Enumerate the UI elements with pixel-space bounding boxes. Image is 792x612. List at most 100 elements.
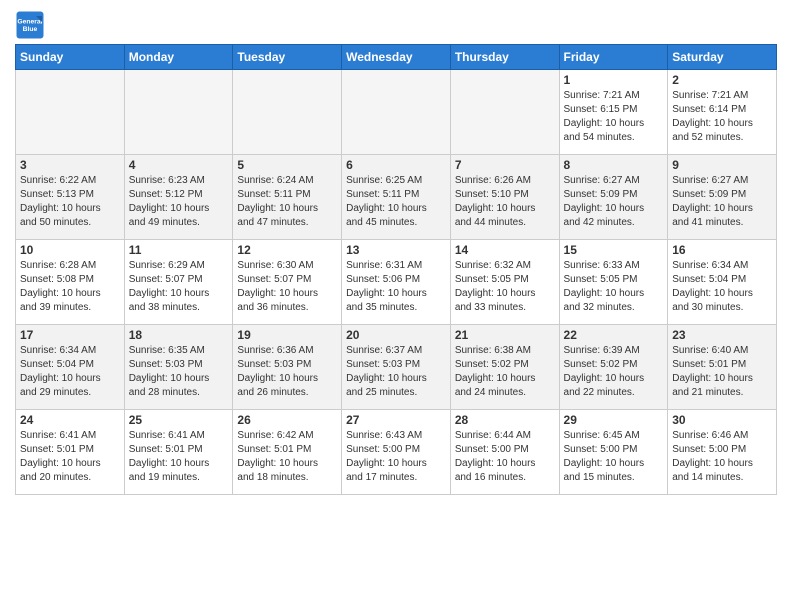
- day-info: Sunrise: 6:29 AM Sunset: 5:07 PM Dayligh…: [129, 259, 229, 315]
- calendar-week-row: 1 Sunrise: 7:21 AM Sunset: 6:15 PM Daylig…: [16, 70, 777, 155]
- calendar-day-7: 7 Sunrise: 6:26 AM Sunset: 5:10 PM Daylig…: [450, 155, 559, 240]
- day-info: Sunrise: 6:45 AM Sunset: 5:00 PM Dayligh…: [564, 429, 664, 485]
- calendar-day-27: 27 Sunrise: 6:43 AM Sunset: 5:00 PM Dayli…: [342, 410, 451, 495]
- logo-icon: General Blue: [15, 10, 45, 40]
- day-number: 10: [20, 243, 120, 257]
- calendar-week-row: 3Sunrise: 6:22 AM Sunset: 5:13 PM Daylig…: [16, 155, 777, 240]
- day-number: 28: [455, 413, 555, 427]
- calendar-day-29: 29Sunrise: 6:45 AM Sunset: 5:00 PM Dayli…: [559, 410, 668, 495]
- calendar-day-18: 18 Sunrise: 6:35 AM Sunset: 5:03 PM Dayli…: [124, 325, 233, 410]
- calendar-day-1: 1 Sunrise: 7:21 AM Sunset: 6:15 PM Daylig…: [559, 70, 668, 155]
- day-info: Sunrise: 6:35 AM Sunset: 5:03 PM Dayligh…: [129, 344, 229, 400]
- calendar-day-empty: [450, 70, 559, 155]
- day-number: 14: [455, 243, 555, 257]
- day-header-saturday: Saturday: [668, 45, 777, 70]
- calendar-day-empty: [124, 70, 233, 155]
- calendar-day-30: 30 Sunrise: 6:46 AM Sunset: 5:00 PM Dayli…: [668, 410, 777, 495]
- day-info: Sunrise: 6:33 AM Sunset: 5:05 PM Dayligh…: [564, 259, 664, 315]
- day-number: 26: [237, 413, 337, 427]
- calendar-day-20: 20 Sunrise: 6:37 AM Sunset: 5:03 PM Dayli…: [342, 325, 451, 410]
- day-info: Sunrise: 6:41 AM Sunset: 5:01 PM Dayligh…: [20, 429, 120, 485]
- day-header-sunday: Sunday: [16, 45, 125, 70]
- day-info: Sunrise: 7:21 AM Sunset: 6:14 PM Dayligh…: [672, 89, 772, 145]
- day-info: Sunrise: 6:24 AM Sunset: 5:11 PM Dayligh…: [237, 174, 337, 230]
- day-number: 11: [129, 243, 229, 257]
- calendar-day-23: 23 Sunrise: 6:40 AM Sunset: 5:01 PM Dayli…: [668, 325, 777, 410]
- calendar-day-28: 28 Sunrise: 6:44 AM Sunset: 5:00 PM Dayli…: [450, 410, 559, 495]
- day-number: 13: [346, 243, 446, 257]
- calendar-day-15: 15 Sunrise: 6:33 AM Sunset: 5:05 PM Dayli…: [559, 240, 668, 325]
- day-header-friday: Friday: [559, 45, 668, 70]
- day-info: Sunrise: 6:43 AM Sunset: 5:00 PM Dayligh…: [346, 429, 446, 485]
- day-info: Sunrise: 6:34 AM Sunset: 5:04 PM Dayligh…: [672, 259, 772, 315]
- calendar-header-row: SundayMondayTuesdayWednesdayThursdayFrid…: [16, 45, 777, 70]
- day-info: Sunrise: 6:32 AM Sunset: 5:05 PM Dayligh…: [455, 259, 555, 315]
- calendar-day-16: 16 Sunrise: 6:34 AM Sunset: 5:04 PM Dayli…: [668, 240, 777, 325]
- day-info: Sunrise: 6:34 AM Sunset: 5:04 PM Dayligh…: [20, 344, 120, 400]
- day-info: Sunrise: 6:39 AM Sunset: 5:02 PM Dayligh…: [564, 344, 664, 400]
- day-number: 6: [346, 158, 446, 172]
- day-info: Sunrise: 6:38 AM Sunset: 5:02 PM Dayligh…: [455, 344, 555, 400]
- calendar-day-6: 6Sunrise: 6:25 AM Sunset: 5:11 PM Daylig…: [342, 155, 451, 240]
- day-number: 17: [20, 328, 120, 342]
- day-number: 18: [129, 328, 229, 342]
- calendar-day-14: 14 Sunrise: 6:32 AM Sunset: 5:05 PM Dayli…: [450, 240, 559, 325]
- day-info: Sunrise: 6:46 AM Sunset: 5:00 PM Dayligh…: [672, 429, 772, 485]
- day-number: 16: [672, 243, 772, 257]
- day-number: 21: [455, 328, 555, 342]
- calendar-day-3: 3Sunrise: 6:22 AM Sunset: 5:13 PM Daylig…: [16, 155, 125, 240]
- calendar-day-5: 5 Sunrise: 6:24 AM Sunset: 5:11 PM Daylig…: [233, 155, 342, 240]
- header: General Blue: [15, 10, 777, 40]
- day-info: Sunrise: 6:28 AM Sunset: 5:08 PM Dayligh…: [20, 259, 120, 315]
- calendar-week-row: 24 Sunrise: 6:41 AM Sunset: 5:01 PM Dayli…: [16, 410, 777, 495]
- day-number: 8: [564, 158, 664, 172]
- calendar-day-9: 9Sunrise: 6:27 AM Sunset: 5:09 PM Daylig…: [668, 155, 777, 240]
- svg-text:General: General: [17, 19, 42, 26]
- day-info: Sunrise: 6:31 AM Sunset: 5:06 PM Dayligh…: [346, 259, 446, 315]
- day-number: 4: [129, 158, 229, 172]
- day-info: Sunrise: 7:21 AM Sunset: 6:15 PM Dayligh…: [564, 89, 664, 145]
- day-info: Sunrise: 6:23 AM Sunset: 5:12 PM Dayligh…: [129, 174, 229, 230]
- day-number: 15: [564, 243, 664, 257]
- day-header-thursday: Thursday: [450, 45, 559, 70]
- day-info: Sunrise: 6:26 AM Sunset: 5:10 PM Dayligh…: [455, 174, 555, 230]
- day-number: 7: [455, 158, 555, 172]
- calendar-day-25: 25 Sunrise: 6:41 AM Sunset: 5:01 PM Dayli…: [124, 410, 233, 495]
- day-info: Sunrise: 6:42 AM Sunset: 5:01 PM Dayligh…: [237, 429, 337, 485]
- day-number: 9: [672, 158, 772, 172]
- day-info: Sunrise: 6:37 AM Sunset: 5:03 PM Dayligh…: [346, 344, 446, 400]
- calendar-day-empty: [16, 70, 125, 155]
- day-info: Sunrise: 6:41 AM Sunset: 5:01 PM Dayligh…: [129, 429, 229, 485]
- day-number: 20: [346, 328, 446, 342]
- calendar-week-row: 10 Sunrise: 6:28 AM Sunset: 5:08 PM Dayli…: [16, 240, 777, 325]
- calendar-day-8: 8Sunrise: 6:27 AM Sunset: 5:09 PM Daylig…: [559, 155, 668, 240]
- calendar-day-10: 10 Sunrise: 6:28 AM Sunset: 5:08 PM Dayli…: [16, 240, 125, 325]
- day-number: 24: [20, 413, 120, 427]
- day-header-monday: Monday: [124, 45, 233, 70]
- day-header-wednesday: Wednesday: [342, 45, 451, 70]
- day-number: 3: [20, 158, 120, 172]
- day-header-tuesday: Tuesday: [233, 45, 342, 70]
- day-number: 1: [564, 73, 664, 87]
- day-info: Sunrise: 6:36 AM Sunset: 5:03 PM Dayligh…: [237, 344, 337, 400]
- calendar-day-empty: [233, 70, 342, 155]
- calendar-day-12: 12Sunrise: 6:30 AM Sunset: 5:07 PM Dayli…: [233, 240, 342, 325]
- day-number: 25: [129, 413, 229, 427]
- day-number: 27: [346, 413, 446, 427]
- calendar-day-22: 22Sunrise: 6:39 AM Sunset: 5:02 PM Dayli…: [559, 325, 668, 410]
- day-number: 23: [672, 328, 772, 342]
- calendar-day-11: 11 Sunrise: 6:29 AM Sunset: 5:07 PM Dayli…: [124, 240, 233, 325]
- day-number: 5: [237, 158, 337, 172]
- calendar-day-empty: [342, 70, 451, 155]
- day-info: Sunrise: 6:44 AM Sunset: 5:00 PM Dayligh…: [455, 429, 555, 485]
- calendar-day-17: 17 Sunrise: 6:34 AM Sunset: 5:04 PM Dayli…: [16, 325, 125, 410]
- logo: General Blue: [15, 10, 49, 40]
- calendar-day-2: 2Sunrise: 7:21 AM Sunset: 6:14 PM Daylig…: [668, 70, 777, 155]
- day-info: Sunrise: 6:30 AM Sunset: 5:07 PM Dayligh…: [237, 259, 337, 315]
- day-info: Sunrise: 6:40 AM Sunset: 5:01 PM Dayligh…: [672, 344, 772, 400]
- calendar-day-21: 21 Sunrise: 6:38 AM Sunset: 5:02 PM Dayli…: [450, 325, 559, 410]
- calendar-day-4: 4 Sunrise: 6:23 AM Sunset: 5:12 PM Daylig…: [124, 155, 233, 240]
- day-number: 30: [672, 413, 772, 427]
- calendar-day-19: 19Sunrise: 6:36 AM Sunset: 5:03 PM Dayli…: [233, 325, 342, 410]
- calendar-day-26: 26 Sunrise: 6:42 AM Sunset: 5:01 PM Dayli…: [233, 410, 342, 495]
